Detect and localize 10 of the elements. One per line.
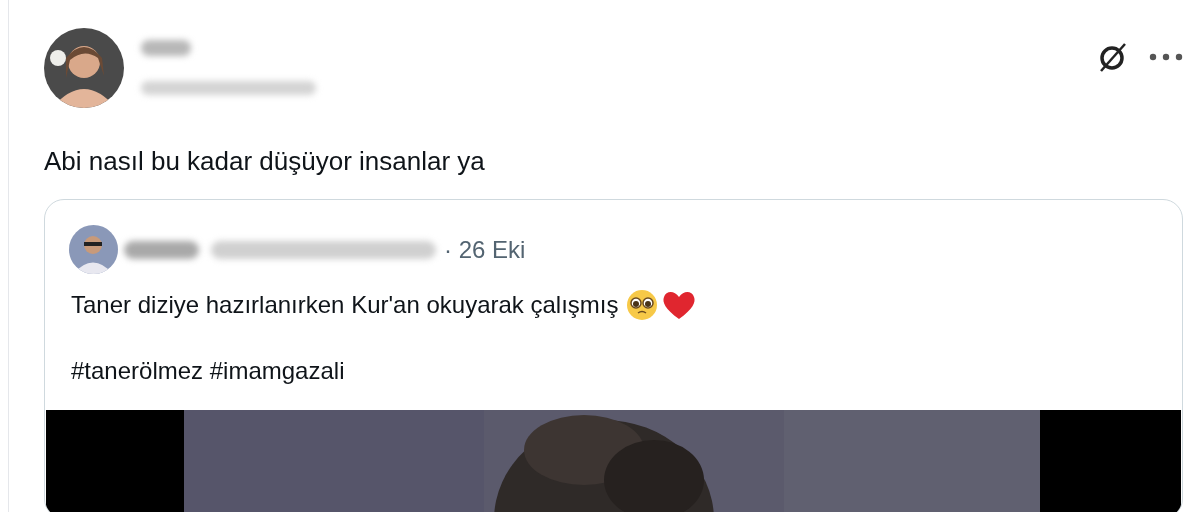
heart-icon (660, 289, 697, 321)
quoted-avatar (69, 225, 118, 274)
pleading-face-icon (624, 288, 659, 322)
blurred-name (141, 40, 191, 56)
post-date: · 26 Eki (444, 234, 526, 265)
quoted-post-card[interactable]: · 26 Eki Taner diziye hazırlanırken Kur'an okuyarak çalışmış #tanerölmez #imamgazali (44, 199, 1183, 512)
quoted-post-text: Taner diziye hazırlanırken Kur'an okuyarak çalışmış (71, 290, 619, 320)
hashtags[interactable]: #tanerölmez #imamgazali (71, 356, 1182, 386)
more-icon[interactable] (1149, 53, 1183, 61)
post-text: Abi nasıl bu kadar düşüyor insanlar ya (44, 145, 486, 178)
